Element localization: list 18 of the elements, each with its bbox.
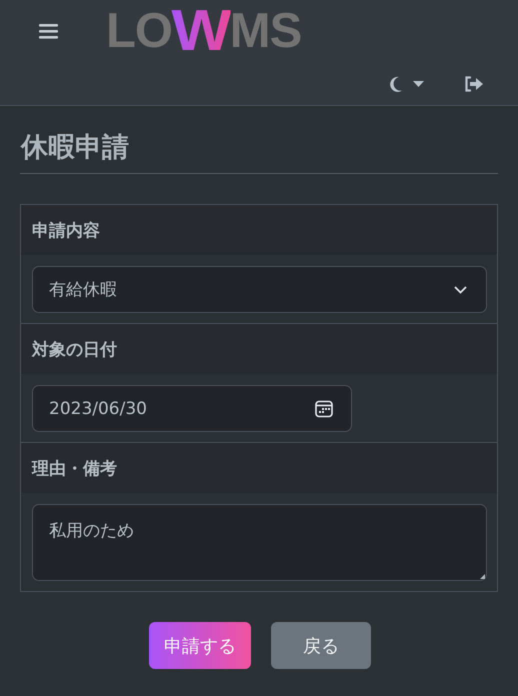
submit-button[interactable]: 申請する — [149, 622, 251, 670]
calendar-icon[interactable] — [315, 400, 333, 418]
logout-icon[interactable] — [464, 76, 484, 92]
remarks-textarea[interactable]: 私用のため — [32, 504, 487, 582]
field-label: 申請内容 — [32, 220, 100, 242]
logo: LOWMS — [106, 2, 302, 60]
field-label: 理由・備考 — [32, 458, 117, 480]
chevron-icon — [454, 286, 467, 294]
moon-icon — [389, 76, 403, 92]
resize-grip-icon[interactable] — [480, 574, 485, 580]
page-title: 休暇申請 — [20, 106, 498, 174]
date-field[interactable]: 2023/06/30 — [32, 385, 352, 432]
field-label: 対象の日付 — [32, 338, 117, 361]
leave-type-select[interactable]: 有給休暇 — [32, 266, 487, 314]
theme-dropdown[interactable] — [389, 76, 424, 92]
menu-icon[interactable] — [39, 24, 58, 38]
back-button[interactable]: 戻る — [271, 622, 371, 670]
caret-icon — [413, 81, 424, 87]
